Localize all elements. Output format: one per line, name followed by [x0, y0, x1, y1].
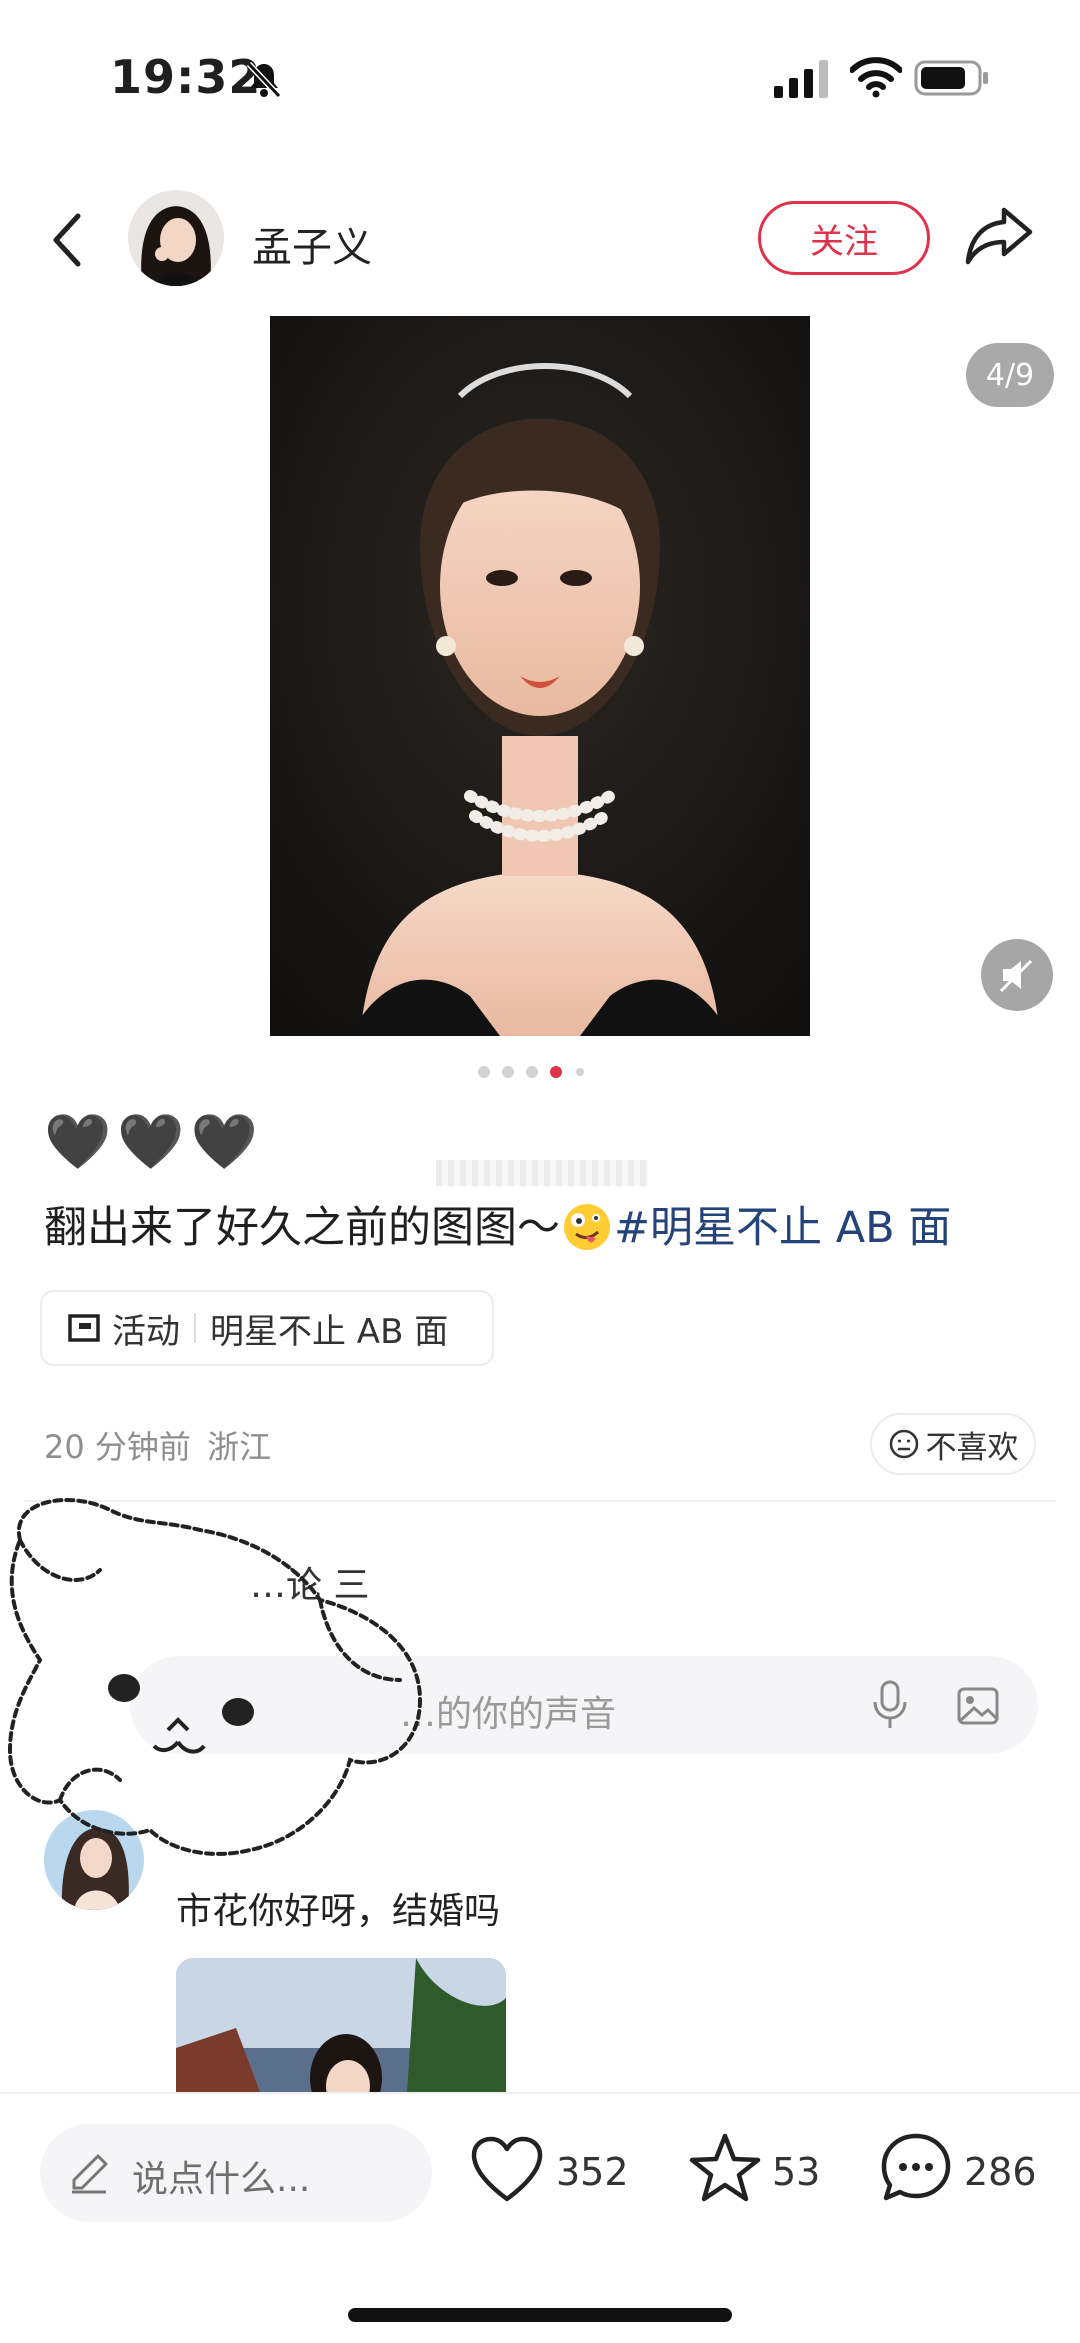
- puppy-doodle-sticker: [7, 1498, 423, 1856]
- gallery-dot: [478, 1066, 490, 1078]
- post-hearts: 🖤🖤🖤: [44, 1110, 264, 1173]
- activity-label: 活动: [112, 1311, 180, 1352]
- like-heart-icon[interactable]: [470, 2135, 544, 2205]
- activity-separator: [194, 1313, 196, 1343]
- gallery-dots: [478, 1064, 598, 1078]
- dislike-label: 不喜欢: [925, 1429, 1019, 1466]
- gallery-dot-active: [550, 1066, 562, 1078]
- gallery-dot: [502, 1066, 514, 1078]
- back-arrow-icon[interactable]: [50, 212, 84, 268]
- mute-button[interactable]: [981, 939, 1053, 1011]
- follow-button[interactable]: 关注: [758, 201, 930, 275]
- wifi-icon: [850, 57, 902, 98]
- gallery-dot: [576, 1068, 584, 1076]
- activity-topic: 明星不止 AB 面: [210, 1311, 449, 1352]
- zany-face-emoji-icon: [564, 1204, 610, 1250]
- page-counter: 4/9: [966, 343, 1054, 407]
- comment-bubble-icon[interactable]: [880, 2132, 952, 2204]
- favorite-count: 53: [772, 2150, 821, 2194]
- home-indicator: [348, 2308, 732, 2322]
- author-avatar[interactable]: [128, 190, 224, 286]
- blurred-text: [436, 1160, 648, 1186]
- bell-muted-icon: [246, 61, 282, 99]
- comment-text: 市花你好呀，结婚吗: [176, 1891, 501, 1932]
- post-location: 浙江: [207, 1428, 272, 1466]
- battery-icon: [914, 60, 988, 96]
- microphone-icon[interactable]: [870, 1680, 910, 1730]
- speaker-muted-icon: [999, 959, 1033, 993]
- caption-text: 翻出来了好久之前的图图～: [44, 1203, 560, 1253]
- post-timestamp: 20 分钟前: [44, 1428, 191, 1466]
- pen-icon: [72, 2154, 108, 2194]
- author-name[interactable]: 孟子义: [252, 215, 372, 273]
- gallery-dot: [526, 1066, 538, 1078]
- activity-icon: [68, 1314, 100, 1342]
- status-time: 19:32: [110, 50, 262, 104]
- post-photo[interactable]: [270, 316, 810, 1036]
- post-caption: 翻出来了好久之前的图图～ #明星不止 AB 面: [44, 1196, 951, 1260]
- comment-count: 286: [964, 2150, 1037, 2194]
- dislike-button[interactable]: 不喜欢: [870, 1413, 1036, 1475]
- like-count: 352: [556, 2150, 629, 2194]
- comment-image[interactable]: [176, 1958, 506, 2108]
- share-icon[interactable]: [964, 204, 1036, 268]
- favorite-star-icon[interactable]: [688, 2132, 762, 2204]
- activity-chip[interactable]: 活动 明星不止 AB 面: [40, 1290, 494, 1366]
- hashtag-link[interactable]: #明星不止 AB 面: [614, 1203, 951, 1253]
- sad-face-icon: [889, 1429, 918, 1459]
- say-something-placeholder: 说点什么...: [132, 2159, 311, 2200]
- cellular-signal-icon: [774, 60, 828, 98]
- image-upload-icon[interactable]: [956, 1684, 1000, 1728]
- post-meta: 20 分钟前 浙江: [44, 1422, 271, 1468]
